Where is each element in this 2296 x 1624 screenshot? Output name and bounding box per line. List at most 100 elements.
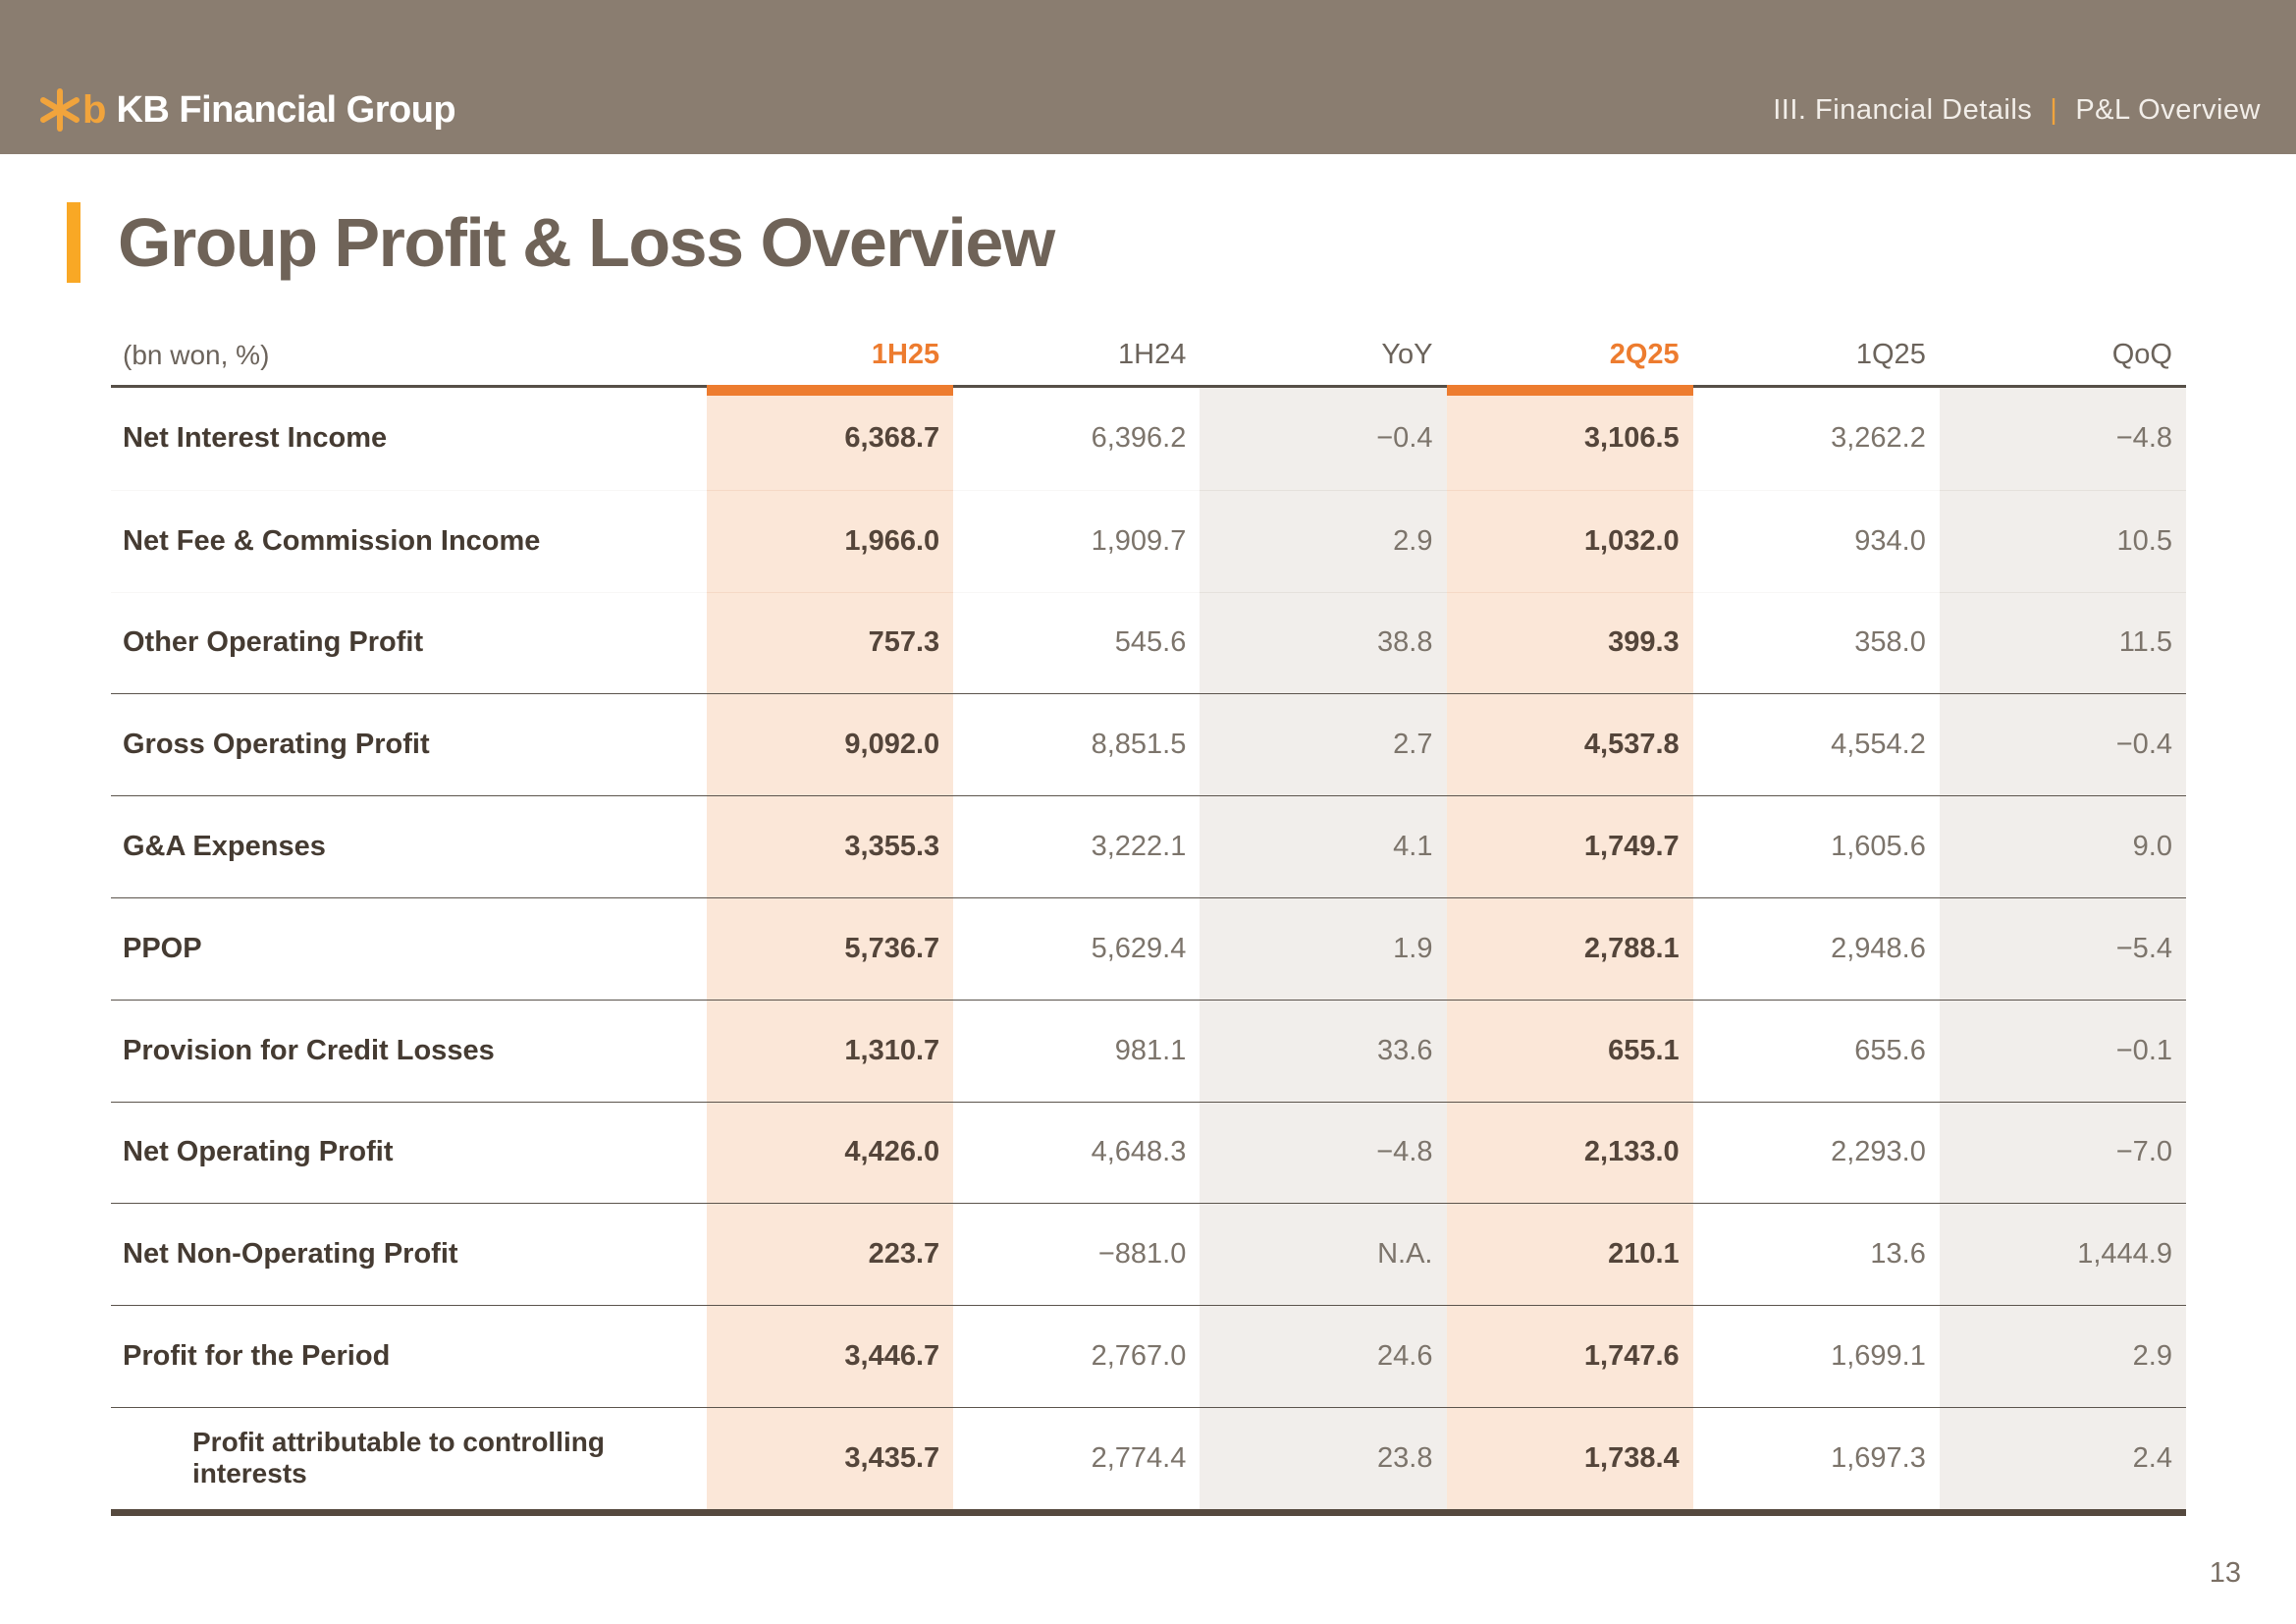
value-cell-yoy: N.A. — [1200, 1203, 1446, 1305]
value-cell-2q25: 2,788.1 — [1447, 897, 1693, 1000]
value-cell-2q25: 210.1 — [1447, 1203, 1693, 1305]
breadcrumb-separator: | — [2050, 94, 2057, 127]
row-label: Net Fee & Commission Income — [111, 490, 707, 592]
top-bar: b KB Financial Group III. Financial Deta… — [0, 0, 2296, 154]
value-cell-qoq: 10.5 — [1940, 490, 2186, 592]
value-cell-1h25: 5,736.7 — [707, 897, 953, 1000]
row-label: Net Non-Operating Profit — [111, 1203, 707, 1305]
value-cell-2q25: 1,749.7 — [1447, 795, 1693, 897]
column-header-1q25: 1Q25 — [1693, 339, 1940, 385]
value-cell-qoq: −4.8 — [1940, 388, 2186, 490]
row-label: Net Interest Income — [111, 388, 707, 490]
value-cell-1q25: 655.6 — [1693, 1000, 1940, 1102]
value-cell-1h24: 4,648.3 — [953, 1102, 1200, 1204]
value-cell-1h24: 545.6 — [953, 592, 1200, 694]
value-cell-qoq: −5.4 — [1940, 897, 2186, 1000]
value-cell-2q25: 4,537.8 — [1447, 693, 1693, 795]
value-cell-2q25: 1,738.4 — [1447, 1407, 1693, 1509]
row-label: Profit attributable to controlling inter… — [111, 1407, 707, 1509]
title-accent-bar — [67, 202, 80, 283]
value-cell-qoq: 11.5 — [1940, 592, 2186, 694]
row-label: Profit for the Period — [111, 1305, 707, 1407]
value-cell-1q25: 1,697.3 — [1693, 1407, 1940, 1509]
kb-logo: b KB Financial Group — [37, 87, 455, 133]
table-row: Other Operating Profit757.3545.638.8399.… — [111, 592, 2186, 694]
kb-logo-b: b — [82, 90, 106, 130]
row-label: Gross Operating Profit — [111, 693, 707, 795]
value-cell-1h25: 6,368.7 — [707, 388, 953, 490]
row-label: G&A Expenses — [111, 795, 707, 897]
value-cell-qoq: 9.0 — [1940, 795, 2186, 897]
value-cell-1h24: 2,767.0 — [953, 1305, 1200, 1407]
column-header-2q25: 2Q25 — [1447, 339, 1693, 385]
value-cell-1h24: 3,222.1 — [953, 795, 1200, 897]
value-cell-1h25: 3,435.7 — [707, 1407, 953, 1509]
value-cell-qoq: −0.1 — [1940, 1000, 2186, 1102]
table-row: PPOP5,736.75,629.41.92,788.12,948.6−5.4 — [111, 897, 2186, 1000]
table-row: Net Non-Operating Profit223.7−881.0N.A.2… — [111, 1203, 2186, 1305]
value-cell-qoq: 1,444.9 — [1940, 1203, 2186, 1305]
value-cell-1q25: 1,605.6 — [1693, 795, 1940, 897]
value-cell-1h25: 223.7 — [707, 1203, 953, 1305]
row-label: Net Operating Profit — [111, 1102, 707, 1204]
value-cell-1q25: 934.0 — [1693, 490, 1940, 592]
value-cell-1h24: 5,629.4 — [953, 897, 1200, 1000]
value-cell-1h25: 4,426.0 — [707, 1102, 953, 1204]
column-header-1h25: 1H25 — [707, 339, 953, 385]
table-header-row: (bn won, %)1H251H24YoY2Q251Q25QoQ — [111, 295, 2186, 388]
value-cell-1q25: 2,293.0 — [1693, 1102, 1940, 1204]
value-cell-yoy: 38.8 — [1200, 592, 1446, 694]
value-cell-1h24: 6,396.2 — [953, 388, 1200, 490]
value-cell-1h25: 3,446.7 — [707, 1305, 953, 1407]
value-cell-yoy: 2.7 — [1200, 693, 1446, 795]
column-header-yoy: YoY — [1200, 339, 1446, 385]
table-row: Net Fee & Commission Income1,966.01,909.… — [111, 490, 2186, 592]
value-cell-yoy: 4.1 — [1200, 795, 1446, 897]
value-cell-yoy: −4.8 — [1200, 1102, 1446, 1204]
value-cell-qoq: −7.0 — [1940, 1102, 2186, 1204]
table-row: Net Interest Income6,368.76,396.2−0.43,1… — [111, 388, 2186, 490]
table-row: Profit for the Period3,446.72,767.024.61… — [111, 1305, 2186, 1407]
value-cell-yoy: 2.9 — [1200, 490, 1446, 592]
row-label: Other Operating Profit — [111, 592, 707, 694]
breadcrumb-section: III. Financial Details — [1773, 94, 2032, 127]
page-number: 13 — [2210, 1557, 2241, 1590]
value-cell-yoy: 24.6 — [1200, 1305, 1446, 1407]
column-accent-bar — [707, 385, 953, 396]
table-body: Net Interest Income6,368.76,396.2−0.43,1… — [111, 388, 2186, 1516]
value-cell-2q25: 3,106.5 — [1447, 388, 1693, 490]
value-cell-1q25: 4,554.2 — [1693, 693, 1940, 795]
row-label: Provision for Credit Losses — [111, 1000, 707, 1102]
page-title: Group Profit & Loss Overview — [118, 202, 1054, 283]
value-cell-1h24: 2,774.4 — [953, 1407, 1200, 1509]
table-row: G&A Expenses3,355.33,222.14.11,749.71,60… — [111, 795, 2186, 897]
value-cell-yoy: 23.8 — [1200, 1407, 1446, 1509]
value-cell-1h24: −881.0 — [953, 1203, 1200, 1305]
slide: b KB Financial Group III. Financial Deta… — [0, 0, 2296, 1624]
value-cell-1q25: 358.0 — [1693, 592, 1940, 694]
value-cell-1h25: 9,092.0 — [707, 693, 953, 795]
kb-logo-text: KB Financial Group — [116, 91, 455, 129]
value-cell-2q25: 2,133.0 — [1447, 1102, 1693, 1204]
value-cell-yoy: −0.4 — [1200, 388, 1446, 490]
table-row: Profit attributable to controlling inter… — [111, 1407, 2186, 1509]
value-cell-1q25: 13.6 — [1693, 1203, 1940, 1305]
value-cell-1h24: 981.1 — [953, 1000, 1200, 1102]
value-cell-2q25: 1,747.6 — [1447, 1305, 1693, 1407]
value-cell-1h25: 1,310.7 — [707, 1000, 953, 1102]
kb-star-icon — [37, 87, 82, 133]
unit-label: (bn won, %) — [111, 340, 707, 385]
value-cell-1q25: 3,262.2 — [1693, 388, 1940, 490]
value-cell-2q25: 655.1 — [1447, 1000, 1693, 1102]
table-row: Provision for Credit Losses1,310.7981.13… — [111, 1000, 2186, 1102]
value-cell-1q25: 1,699.1 — [1693, 1305, 1940, 1407]
breadcrumb-page: P&L Overview — [2075, 94, 2261, 127]
value-cell-1h24: 8,851.5 — [953, 693, 1200, 795]
value-cell-qoq: −0.4 — [1940, 693, 2186, 795]
value-cell-2q25: 1,032.0 — [1447, 490, 1693, 592]
value-cell-1h24: 1,909.7 — [953, 490, 1200, 592]
row-label: PPOP — [111, 897, 707, 1000]
column-header-1h24: 1H24 — [953, 339, 1200, 385]
value-cell-qoq: 2.9 — [1940, 1305, 2186, 1407]
column-header-qoq: QoQ — [1940, 339, 2186, 385]
